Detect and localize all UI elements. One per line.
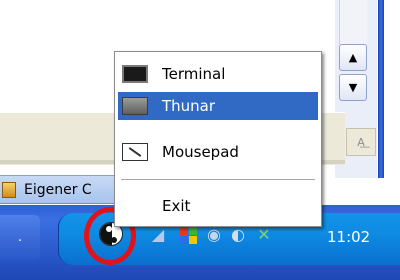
menu-item-terminal[interactable]: Terminal <box>118 60 318 88</box>
network-icon[interactable]: ◉ <box>204 225 224 245</box>
arrow-down-icon: ▼ <box>348 81 358 94</box>
window-frame-edge <box>378 0 384 178</box>
menu-item-label: Mousepad <box>162 143 239 161</box>
format-tool-button[interactable]: A͟ <box>346 128 376 156</box>
connection-icon[interactable]: ✕ <box>254 225 274 245</box>
folder-icon <box>2 181 16 198</box>
menu-item-label: Exit <box>162 197 191 215</box>
start-menu-item-label: Eigener C <box>24 181 92 198</box>
start-menu-item-my-files[interactable]: Eigener C <box>0 175 130 204</box>
text-editor-icon <box>122 143 148 161</box>
text-format-icon: A͟ <box>357 135 365 149</box>
menu-item-label: Terminal <box>162 65 226 83</box>
arrow-up-icon: ▲ <box>348 51 358 64</box>
scroll-down-button[interactable]: ▼ <box>339 74 367 101</box>
taskbar-button[interactable]: . <box>0 215 40 260</box>
menu-separator <box>121 179 315 180</box>
clock[interactable]: 11:02 <box>327 228 370 246</box>
taskbar-button-label: . <box>17 230 23 245</box>
terminal-icon <box>122 65 148 83</box>
menu-item-thunar[interactable]: Thunar <box>118 92 318 120</box>
menu-item-mousepad[interactable]: Mousepad <box>118 138 318 166</box>
folder-icon <box>122 97 148 115</box>
scrollbar-track[interactable] <box>339 0 367 44</box>
menu-item-label: Thunar <box>162 97 216 115</box>
windows-flag-icon[interactable] <box>178 225 198 245</box>
menu-item-exit[interactable]: Exit <box>118 192 318 220</box>
scroll-up-button[interactable]: ▲ <box>339 44 367 71</box>
security-icon[interactable]: ◐ <box>228 225 248 245</box>
speaker-icon[interactable]: ◢ <box>148 225 168 245</box>
tray-context-menu: Terminal Thunar Mousepad Exit <box>114 51 322 227</box>
